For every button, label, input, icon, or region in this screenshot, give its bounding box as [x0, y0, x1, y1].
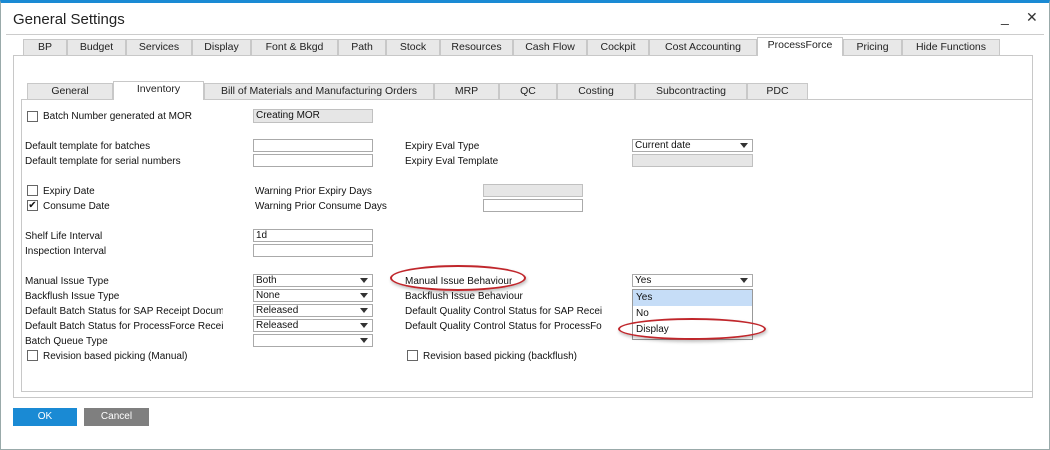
- backflush-issue-type-select[interactable]: None: [253, 289, 373, 302]
- consume-date-label: Consume Date: [43, 201, 110, 212]
- batch-status-pf-label: Default Batch Status for ProcessForce Re…: [25, 321, 223, 332]
- warning-prior-expiry-input[interactable]: [483, 184, 583, 197]
- outer-tab-budget[interactable]: Budget: [67, 39, 126, 56]
- minimize-button[interactable]: _: [1001, 9, 1009, 25]
- batch-status-sap-select[interactable]: Released: [253, 304, 373, 317]
- revision-backflush-label: Revision based picking (backflush): [423, 351, 577, 362]
- warning-prior-consume-label: Warning Prior Consume Days: [255, 201, 387, 212]
- expiry-date-label: Expiry Date: [43, 186, 95, 197]
- default-template-batches-label: Default template for batches: [25, 141, 151, 152]
- outer-tab-processforce[interactable]: ProcessForce: [757, 37, 843, 56]
- outer-tab-cost-accounting[interactable]: Cost Accounting: [649, 39, 757, 56]
- default-template-serial-input[interactable]: [253, 154, 373, 167]
- batch-queue-type-select[interactable]: [253, 334, 373, 347]
- revision-manual-label: Revision based picking (Manual): [43, 351, 188, 362]
- inner-tab-bill-of-materials-and-manufacturing-orders[interactable]: Bill of Materials and Manufacturing Orde…: [204, 83, 434, 100]
- inner-tab-subcontracting[interactable]: Subcontracting: [635, 83, 747, 100]
- cancel-button[interactable]: Cancel: [84, 408, 149, 426]
- outer-tab-display[interactable]: Display: [192, 39, 251, 56]
- outer-tab-stock[interactable]: Stock: [386, 39, 440, 56]
- revision-backflush-checkbox[interactable]: [407, 350, 418, 361]
- revision-manual-checkbox[interactable]: [27, 350, 38, 361]
- outer-tab-hide-functions[interactable]: Hide Functions: [902, 39, 1000, 56]
- outer-tab-pricing[interactable]: Pricing: [843, 39, 902, 56]
- batch-status-sap-label: Default Batch Status for SAP Receipt Doc…: [25, 306, 223, 317]
- divider: [6, 34, 1044, 35]
- expiry-eval-type-select[interactable]: Current date: [632, 139, 753, 152]
- expiry-date-checkbox[interactable]: [27, 185, 38, 196]
- outer-tab-cash-flow[interactable]: Cash Flow: [513, 39, 587, 56]
- annotation-ellipse-display: [618, 318, 766, 340]
- expiry-eval-type-label: Expiry Eval Type: [405, 141, 480, 152]
- inner-tab-general[interactable]: General: [27, 83, 113, 100]
- outer-tab-path[interactable]: Path: [338, 39, 386, 56]
- window-title: General Settings: [13, 11, 125, 28]
- outer-tab-resources[interactable]: Resources: [440, 39, 513, 56]
- inspection-interval-label: Inspection Interval: [25, 246, 107, 257]
- warning-prior-consume-input[interactable]: [483, 199, 583, 212]
- batch-status-pf-select[interactable]: Released: [253, 319, 373, 332]
- batch-number-mor-checkbox[interactable]: [27, 111, 38, 122]
- close-button[interactable]: ✕: [1026, 9, 1038, 26]
- outer-tab-cockpit[interactable]: Cockpit: [587, 39, 649, 56]
- shelf-life-input[interactable]: 1d: [253, 229, 373, 242]
- inner-tab-mrp[interactable]: MRP: [434, 83, 499, 100]
- backflush-issue-type-label: Backflush Issue Type: [25, 291, 120, 302]
- expiry-eval-template-input[interactable]: [632, 154, 753, 167]
- inventory-panel: [21, 99, 1033, 392]
- warning-prior-expiry-label: Warning Prior Expiry Days: [255, 186, 372, 197]
- manual-issue-type-select[interactable]: Both: [253, 274, 373, 287]
- inspection-interval-input[interactable]: [253, 244, 373, 257]
- outer-tab-font-bkgd[interactable]: Font & Bkgd: [251, 39, 338, 56]
- consume-date-checkbox[interactable]: ✔: [27, 200, 38, 211]
- inner-tab-costing[interactable]: Costing: [557, 83, 635, 100]
- batch-queue-type-label: Batch Queue Type: [25, 336, 108, 347]
- default-template-serial-label: Default template for serial numbers: [25, 156, 181, 167]
- ok-button[interactable]: OK: [13, 408, 77, 426]
- expiry-eval-template-label: Expiry Eval Template: [405, 156, 499, 167]
- batch-number-mor-label: Batch Number generated at MOR: [43, 111, 192, 122]
- shelf-life-label: Shelf Life Interval: [25, 231, 103, 242]
- backflush-issue-behaviour-label: Backflush Issue Behaviour: [405, 291, 523, 302]
- annotation-ellipse-behaviour: [390, 265, 526, 291]
- creating-mor-button[interactable]: Creating MOR: [253, 109, 373, 123]
- inner-tab-pdc[interactable]: PDC: [747, 83, 808, 100]
- qc-status-sap-label: Default Quality Control Status for SAP R…: [405, 306, 603, 317]
- default-template-batches-input[interactable]: [253, 139, 373, 152]
- inner-tab-qc[interactable]: QC: [499, 83, 557, 100]
- inner-tab-inventory[interactable]: Inventory: [113, 81, 204, 100]
- outer-tab-services[interactable]: Services: [126, 39, 192, 56]
- manual-issue-behaviour-select[interactable]: Yes: [632, 274, 753, 287]
- dropdown-option-yes[interactable]: Yes: [633, 290, 752, 306]
- qc-status-pf-label: Default Quality Control Status for Proce…: [405, 321, 602, 332]
- manual-issue-type-label: Manual Issue Type: [25, 276, 109, 287]
- outer-tab-bp[interactable]: BP: [23, 39, 67, 56]
